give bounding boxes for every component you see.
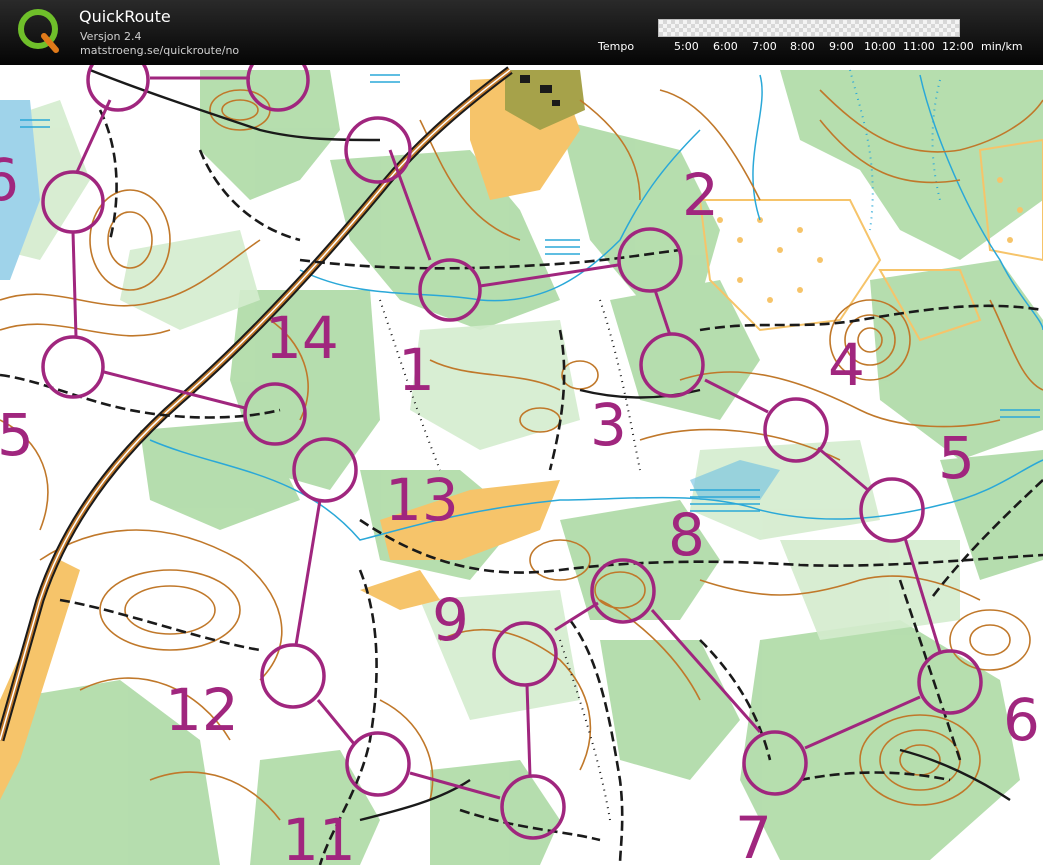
tempo-tick: 7:00 [752, 40, 777, 53]
control-number: 4 [828, 331, 865, 399]
app-title: QuickRoute [79, 7, 171, 26]
quickroute-logo-icon [18, 9, 59, 53]
tempo-tick: 5:00 [674, 40, 699, 53]
control-number: 5 [0, 401, 34, 469]
control-number: 12 [165, 676, 239, 744]
control-number: 1 [398, 336, 435, 404]
control-number: 14 [265, 304, 339, 372]
tempo-tick: 10:00 [864, 40, 896, 53]
tempo-color-bar [658, 19, 960, 37]
tempo-tick: 9:00 [829, 40, 854, 53]
control-number: 13 [385, 466, 459, 534]
tempo-unit: min/km [981, 40, 1023, 53]
tempo-label: Tempo [598, 40, 635, 53]
control-number: 9 [432, 586, 469, 654]
control-number: 2 [682, 161, 719, 229]
control-number: 7 [735, 804, 772, 865]
tempo-tick: 12:00 [942, 40, 974, 53]
orienteering-map[interactable]: 1 2 3 4 5 6 7 8 9 11 12 13 14 5 6 [0, 65, 1043, 865]
app-url[interactable]: matstroeng.se/quickroute/no [80, 44, 239, 57]
control-number: 6 [1003, 686, 1040, 754]
app-header: QuickRoute Versjon 2.4 matstroeng.se/qui… [0, 0, 1043, 65]
tempo-tick: 6:00 [713, 40, 738, 53]
control-number: 6 [0, 146, 19, 214]
control-number: 11 [282, 806, 356, 865]
control-number: 8 [668, 501, 705, 569]
tempo-tick: 11:00 [903, 40, 935, 53]
control-number: 5 [938, 424, 975, 492]
app-version: Versjon 2.4 [80, 30, 142, 43]
tempo-tick: 8:00 [790, 40, 815, 53]
control-number: 3 [590, 391, 627, 459]
